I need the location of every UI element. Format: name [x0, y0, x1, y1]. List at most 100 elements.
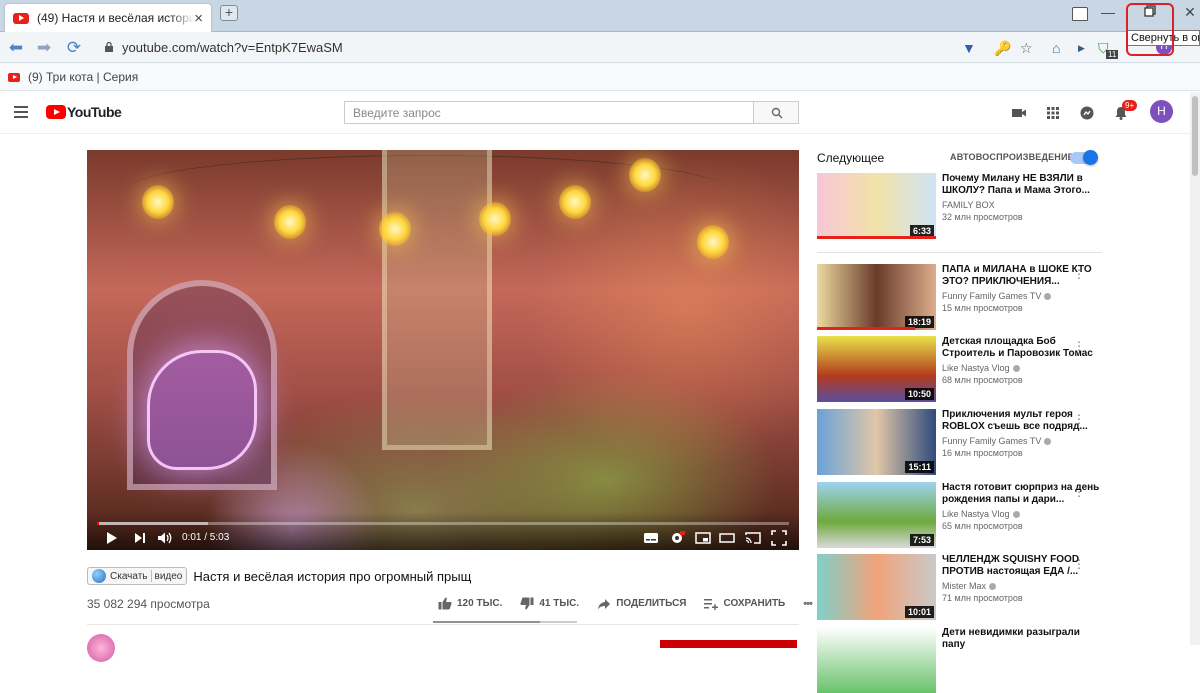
url-text[interactable]: youtube.com/watch?v=EntpK7EwaSM	[122, 40, 343, 55]
recommendation-thumbnail[interactable]: 6:33	[817, 173, 936, 239]
recommendation-thumbnail[interactable]: 18:19	[817, 264, 936, 330]
bookmark-item[interactable]: (9) Три кота | Серия	[8, 70, 138, 84]
subtitles-icon[interactable]	[643, 530, 659, 546]
globe-icon	[92, 569, 106, 583]
recommendation-channel[interactable]: Like Nastya Vlog	[942, 363, 1020, 373]
recommendation-title[interactable]: Почему Милану НЕ ВЗЯЛИ в ШКОЛУ? Папа и М…	[942, 173, 1102, 197]
forward-arrow-icon[interactable]: ➡	[34, 38, 54, 58]
search-button[interactable]	[753, 101, 799, 124]
watched-progress-bar	[817, 327, 915, 330]
address-bar: ⬅ ➡ ⟳ youtube.com/watch?v=EntpK7EwaSM ▼ …	[0, 32, 1200, 63]
more-options-icon[interactable]: ⋮	[1073, 412, 1085, 426]
back-arrow-icon[interactable]: ⬅	[6, 38, 26, 58]
page-scrollbar[interactable]	[1190, 92, 1200, 645]
search-input[interactable]	[344, 101, 754, 124]
download-video-button[interactable]: Скачать видео	[87, 567, 188, 585]
more-actions-button[interactable]: •••	[803, 598, 813, 610]
next-icon[interactable]	[133, 530, 147, 546]
scene-window	[382, 150, 492, 450]
recommendation-thumbnail[interactable]: 10:01	[817, 554, 936, 620]
share-arrow-icon	[598, 598, 611, 609]
youtube-logo[interactable]: YouTube	[46, 104, 122, 120]
menu-hamburger-icon[interactable]	[14, 106, 28, 118]
share-label: ПОДЕЛИТЬСЯ	[616, 598, 687, 609]
play-icon[interactable]	[105, 530, 119, 546]
tab-close-icon[interactable]: ×	[194, 11, 203, 26]
unicorn-lamp	[147, 350, 257, 470]
view-count: 35 082 294 просмотра	[87, 597, 210, 611]
chevron-right-icon[interactable]: ▶	[1078, 43, 1085, 54]
theater-mode-icon[interactable]	[719, 530, 735, 546]
channel-avatar[interactable]	[87, 634, 115, 662]
recommendation-item[interactable]: 7:53 Настя готовит сюрприз на день рожден…	[817, 482, 1107, 548]
like-button[interactable]: 120 ТЫС.	[438, 597, 502, 610]
save-button[interactable]: СОХРАНИТЬ	[704, 598, 785, 610]
section-divider	[87, 624, 799, 625]
recommendation-thumbnail[interactable]: 15:11	[817, 409, 936, 475]
video-title: Настя и весёлая история про огромный пры…	[193, 568, 472, 584]
channel-name: Like Nastya Vlog	[942, 363, 1010, 373]
recommendation-item[interactable]: 18:19 ПАПА и МИЛАНА в ШОКЕ КТО ЭТО? ПРИКЛ…	[817, 264, 1107, 330]
fullscreen-icon[interactable]	[771, 530, 787, 546]
minimize-button[interactable]: —	[1098, 4, 1118, 20]
share-button[interactable]: ПОДЕЛИТЬСЯ	[597, 598, 686, 610]
recommendation-item[interactable]: Дети невидимки разыграли папу	[817, 627, 1107, 693]
duration-badge: 7:53	[909, 534, 934, 546]
download-icon[interactable]: ▼	[962, 40, 976, 56]
close-window-button[interactable]: ✕	[1180, 4, 1200, 21]
home-icon[interactable]: ⌂	[1052, 40, 1060, 56]
progress-bar[interactable]	[97, 522, 789, 525]
account-avatar[interactable]: H	[1150, 100, 1173, 123]
recommendation-views: 15 млн просмотров	[942, 303, 1023, 313]
browser-tab-bar: (49) Настя и весёлая история пр × + — ✕	[0, 0, 1200, 32]
recommendation-thumbnail[interactable]	[817, 627, 936, 693]
recommendation-item[interactable]: 10:01 ЧЕЛЛЕНДЖ SQUISHY FOOD ПРОТИВ настоя…	[817, 554, 1107, 620]
autoplay-label: АВТОВОСПРОИЗВЕДЕНИЕ	[950, 152, 1074, 162]
messages-icon[interactable]	[1078, 104, 1096, 122]
recommendation-channel[interactable]: Funny Family Games TV	[942, 291, 1052, 301]
duration-badge: 10:50	[904, 388, 934, 400]
verified-check-icon	[1012, 511, 1020, 519]
key-icon[interactable]: 🔑	[994, 40, 1011, 57]
volume-icon[interactable]	[157, 530, 173, 546]
search-icon	[771, 107, 783, 119]
recommendation-channel[interactable]: Funny Family Games TV	[942, 436, 1052, 446]
dislike-count: 41 ТЫС.	[539, 598, 580, 609]
video-player[interactable]: 0:01 / 5:03	[87, 150, 799, 550]
sidebar-divider	[817, 252, 1102, 253]
recommendation-channel[interactable]: Mister Max	[942, 581, 997, 591]
recommendation-thumbnail[interactable]: 7:53	[817, 482, 936, 548]
create-video-icon[interactable]	[1010, 104, 1028, 122]
more-options-icon[interactable]: ⋮	[1073, 485, 1085, 499]
recommendation-item[interactable]: 6:33 Почему Милану НЕ ВЗЯЛИ в ШКОЛУ? Папа…	[817, 173, 1107, 239]
restore-window-button[interactable]	[1140, 4, 1160, 20]
cast-icon[interactable]	[745, 530, 761, 546]
recommendation-title[interactable]: Дети невидимки разыграли папу	[942, 627, 1102, 651]
apps-grid-icon[interactable]	[1044, 104, 1062, 122]
thumbs-down-icon	[520, 597, 534, 610]
theme-shirt-icon[interactable]	[1072, 7, 1088, 21]
channel-name: Funny Family Games TV	[942, 436, 1042, 446]
recommendation-item[interactable]: 15:11 Приключения мульт героя ROBLOX съеш…	[817, 409, 1107, 475]
browser-tab[interactable]: (49) Настя и весёлая история пр ×	[4, 3, 212, 32]
reload-icon[interactable]: ⟳	[64, 38, 84, 58]
autoplay-toggle[interactable]	[1070, 150, 1098, 165]
channel-name: Like Nastya Vlog	[942, 509, 1010, 519]
logo-text: YouTube	[67, 104, 122, 120]
recommendation-channel[interactable]: Like Nastya Vlog	[942, 509, 1020, 519]
new-tab-button[interactable]: +	[220, 5, 238, 21]
download-label: Скачать	[110, 570, 148, 582]
subscribe-button[interactable]	[660, 640, 797, 648]
more-options-icon[interactable]: ⋮	[1073, 557, 1085, 571]
recommendation-item[interactable]: 10:50 Детская площадка Боб Строитель и Па…	[817, 336, 1107, 402]
bookmark-star-icon[interactable]: ☆	[1020, 40, 1033, 57]
recommendation-channel[interactable]: FAMILY BOX	[942, 200, 995, 210]
settings-gear-icon[interactable]	[669, 530, 685, 546]
scrollbar-thumb[interactable]	[1192, 96, 1198, 176]
recommendation-thumbnail[interactable]: 10:50	[817, 336, 936, 402]
miniplayer-icon[interactable]	[695, 530, 711, 546]
more-options-icon[interactable]: ⋮	[1073, 267, 1085, 281]
dislike-button[interactable]: 41 ТЫС.	[520, 597, 579, 610]
more-options-icon[interactable]: ⋮	[1073, 339, 1085, 353]
verified-check-icon	[1044, 293, 1052, 301]
